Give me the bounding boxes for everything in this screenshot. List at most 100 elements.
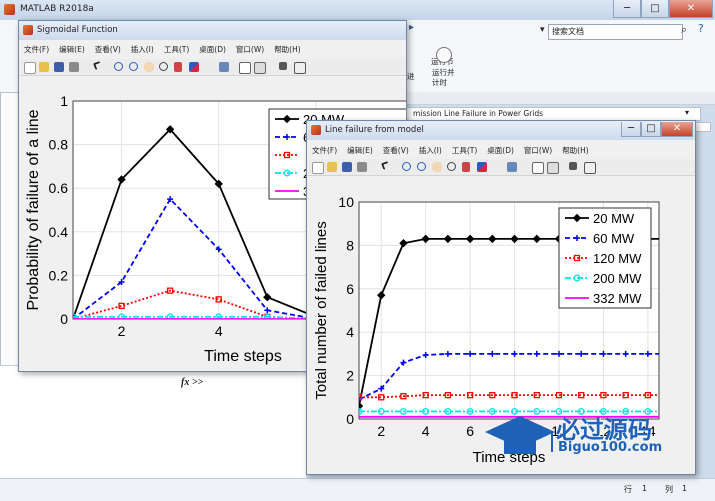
- watermark-url: Biguo100.com: [558, 440, 663, 455]
- menu-desktop[interactable]: 桌面(D): [482, 143, 519, 156]
- link-icon[interactable]: [507, 162, 517, 172]
- print-icon[interactable]: [357, 162, 367, 172]
- window-controls: ─ □ ✕: [613, 0, 713, 18]
- menu-help[interactable]: 帮助(H): [269, 42, 306, 55]
- timer-icon[interactable]: [436, 47, 452, 63]
- matlab-logo-icon: [4, 4, 15, 15]
- watermark: 必过源码 Biguo100.com: [480, 408, 662, 466]
- rotate-icon[interactable]: [159, 62, 168, 71]
- data-cursor-icon[interactable]: [462, 162, 470, 172]
- x-tick-label: 6: [466, 423, 474, 439]
- save-icon[interactable]: [54, 62, 64, 72]
- open-icon[interactable]: [327, 162, 337, 172]
- menu-edit[interactable]: 编辑(E): [54, 42, 90, 55]
- menu-window[interactable]: 窗口(W): [231, 42, 269, 55]
- menu-file[interactable]: 文件(F): [19, 42, 54, 55]
- minimize-button[interactable]: ─: [621, 122, 641, 137]
- data-cursor-icon[interactable]: [174, 62, 182, 72]
- figure-menubar: 文件(F) 编辑(E) 查看(V) 插入(I) 工具(T) 桌面(D) 窗口(W) 帮助(H): [307, 143, 695, 158]
- print-icon[interactable]: [69, 62, 79, 72]
- graduation-cap-logo-icon: [485, 416, 555, 454]
- menu-tools[interactable]: 工具(T): [159, 42, 194, 55]
- maximize-button[interactable]: □: [641, 122, 661, 137]
- figure-icon: [23, 25, 33, 35]
- status-col-value: 1: [682, 484, 688, 493]
- figure-menubar: 文件(F) 编辑(E) 查看(V) 插入(I) 工具(T) 桌面(D) 窗口(W) 帮助(H): [19, 42, 406, 57]
- y-tick-label: 10: [338, 194, 354, 210]
- save-icon[interactable]: [342, 162, 352, 172]
- legend-icon[interactable]: [254, 62, 266, 74]
- rotate-icon[interactable]: [447, 162, 456, 171]
- show-tools-icon[interactable]: [294, 62, 306, 74]
- figure-titlebar[interactable]: Line failure from model ─ □ ✕: [307, 121, 695, 140]
- search-input[interactable]: 搜索文档: [548, 24, 683, 40]
- status-row-label: 行: [624, 485, 632, 494]
- data-point: [667, 409, 673, 415]
- help-dropdown-icon[interactable]: ▾: [540, 25, 545, 35]
- hide-tools-icon[interactable]: [279, 62, 287, 70]
- pointer-icon[interactable]: [93, 61, 102, 70]
- figure-window-controls: ─ □ ✕: [621, 122, 693, 137]
- y-tick-label: 0.6: [49, 180, 69, 196]
- y-tick-label: 0.2: [49, 267, 69, 283]
- figure-icon: [311, 125, 321, 135]
- open-icon[interactable]: [39, 62, 49, 72]
- y-tick-label: 0.4: [49, 224, 69, 240]
- close-button[interactable]: ✕: [661, 122, 693, 137]
- show-tools-icon[interactable]: [584, 162, 596, 174]
- menu-insert[interactable]: 插入(I): [414, 143, 447, 156]
- zoom-in-icon[interactable]: [114, 62, 123, 71]
- search-icon[interactable]: ⌕: [681, 23, 687, 37]
- zoom-out-icon[interactable]: [417, 162, 426, 171]
- new-figure-icon[interactable]: [24, 62, 36, 74]
- run-and-time-label[interactable]: 运行并 计时: [432, 68, 455, 88]
- minimize-button[interactable]: ─: [613, 0, 641, 18]
- menu-insert[interactable]: 插入(I): [126, 42, 159, 55]
- menu-help[interactable]: 帮助(H): [557, 143, 594, 156]
- hide-tools-icon[interactable]: [569, 162, 577, 170]
- zoom-out-icon[interactable]: [129, 62, 138, 71]
- colorbar-icon[interactable]: [532, 162, 544, 174]
- figure-toolbar: [307, 159, 695, 176]
- menu-edit[interactable]: 编辑(E): [342, 143, 378, 156]
- y-tick-label: 6: [346, 281, 354, 297]
- brush-icon[interactable]: [477, 162, 487, 172]
- menu-window[interactable]: 窗口(W): [519, 143, 557, 156]
- status-row-value: 1: [642, 484, 648, 493]
- help-icon[interactable]: ?: [698, 22, 704, 35]
- legend-label: 60 MW: [593, 231, 635, 246]
- figure-title: Line failure from model: [325, 125, 424, 135]
- address-toolbar: [404, 92, 715, 105]
- new-figure-icon[interactable]: [312, 162, 324, 174]
- legend-label: 332 MW: [593, 291, 642, 306]
- y-axis-label: Probability of failure of a line: [25, 109, 42, 310]
- current-folder-path[interactable]: mission Line Failure in Power Grids: [406, 107, 701, 121]
- menu-view[interactable]: 查看(V): [378, 143, 414, 156]
- pan-icon[interactable]: [144, 62, 154, 72]
- menu-file[interactable]: 文件(F): [307, 143, 342, 156]
- figure-titlebar[interactable]: Sigmoidal Function: [19, 21, 406, 40]
- close-button[interactable]: ✕: [669, 0, 713, 18]
- y-tick-label: 0: [60, 311, 68, 327]
- figure-title: Sigmoidal Function: [37, 25, 118, 35]
- path-dropdown-icon[interactable]: ▾: [685, 108, 689, 117]
- maximize-button[interactable]: □: [641, 0, 669, 18]
- pointer-icon[interactable]: [381, 161, 390, 170]
- colorbar-icon[interactable]: [239, 62, 251, 74]
- menu-tools[interactable]: 工具(T): [447, 143, 482, 156]
- legend-icon[interactable]: [547, 162, 559, 174]
- menu-view[interactable]: 查看(V): [90, 42, 126, 55]
- data-point: [668, 393, 673, 398]
- pan-icon[interactable]: [432, 162, 442, 172]
- x-tick-label: 4: [422, 423, 430, 439]
- menu-desktop[interactable]: 桌面(D): [194, 42, 231, 55]
- y-tick-label: 0.8: [49, 137, 69, 153]
- link-icon[interactable]: [219, 62, 229, 72]
- zoom-in-icon[interactable]: [402, 162, 411, 171]
- advance-label[interactable]: 进: [407, 71, 415, 82]
- brush-icon[interactable]: [189, 62, 199, 72]
- legend-label: 120 MW: [593, 251, 642, 266]
- toolbar-arrow-icon[interactable]: ▸: [409, 22, 414, 33]
- x-tick-label: 4: [215, 323, 223, 339]
- y-tick-label: 2: [346, 368, 354, 384]
